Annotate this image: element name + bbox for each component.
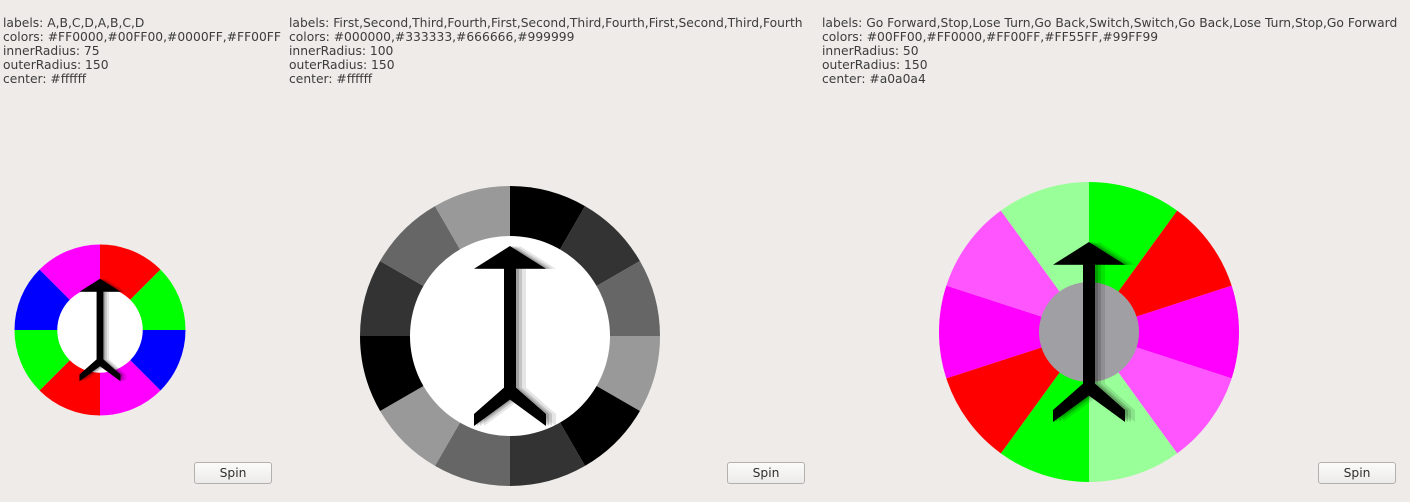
- outer-radius-text: outerRadius: 150: [3, 58, 109, 72]
- inner-radius-text: innerRadius: 100: [289, 44, 394, 58]
- labels-text: labels: First,Second,Third,Fourth,First,…: [289, 16, 803, 30]
- prize-wheel[interactable]: [351, 179, 671, 499]
- colors-text: colors: #00FF00,#FF0000,#FF00FF,#FF55FF,…: [822, 30, 1159, 44]
- center-color-text: center: #ffffff: [289, 72, 373, 86]
- spin-button[interactable]: Spin: [1318, 462, 1396, 484]
- center-color-text: center: #ffffff: [3, 72, 87, 86]
- outer-radius-text: outerRadius: 150: [289, 58, 395, 72]
- colors-text: colors: #FF0000,#00FF00,#0000FF,#FF00FF: [3, 30, 281, 44]
- center-color-text: center: #a0a0a4: [822, 72, 926, 86]
- inner-radius-text: innerRadius: 50: [822, 44, 919, 58]
- wheel-panel-1: labels: A,B,C,D,A,B,C,D colors: #FF0000,…: [0, 0, 285, 502]
- wheel-panel-3: labels: Go Forward,Stop,Lose Turn,Go Bac…: [819, 0, 1410, 502]
- spin-button[interactable]: Spin: [194, 462, 272, 484]
- spin-button[interactable]: Spin: [727, 462, 805, 484]
- prize-wheel[interactable]: [913, 175, 1239, 495]
- colors-text: colors: #000000,#333333,#666666,#999999: [289, 30, 575, 44]
- labels-text: labels: A,B,C,D,A,B,C,D: [3, 16, 145, 30]
- prize-wheel[interactable]: [0, 236, 200, 436]
- outer-radius-text: outerRadius: 150: [822, 58, 928, 72]
- labels-text: labels: Go Forward,Stop,Lose Turn,Go Bac…: [822, 16, 1398, 30]
- wheel-info: labels: A,B,C,D,A,B,C,D colors: #FF0000,…: [3, 16, 281, 86]
- wheel-panel-2: labels: First,Second,Third,Fourth,First,…: [286, 0, 819, 502]
- inner-radius-text: innerRadius: 75: [3, 44, 100, 58]
- wheel-info: labels: Go Forward,Stop,Lose Turn,Go Bac…: [822, 16, 1397, 86]
- wheel-info: labels: First,Second,Third,Fourth,First,…: [289, 16, 803, 86]
